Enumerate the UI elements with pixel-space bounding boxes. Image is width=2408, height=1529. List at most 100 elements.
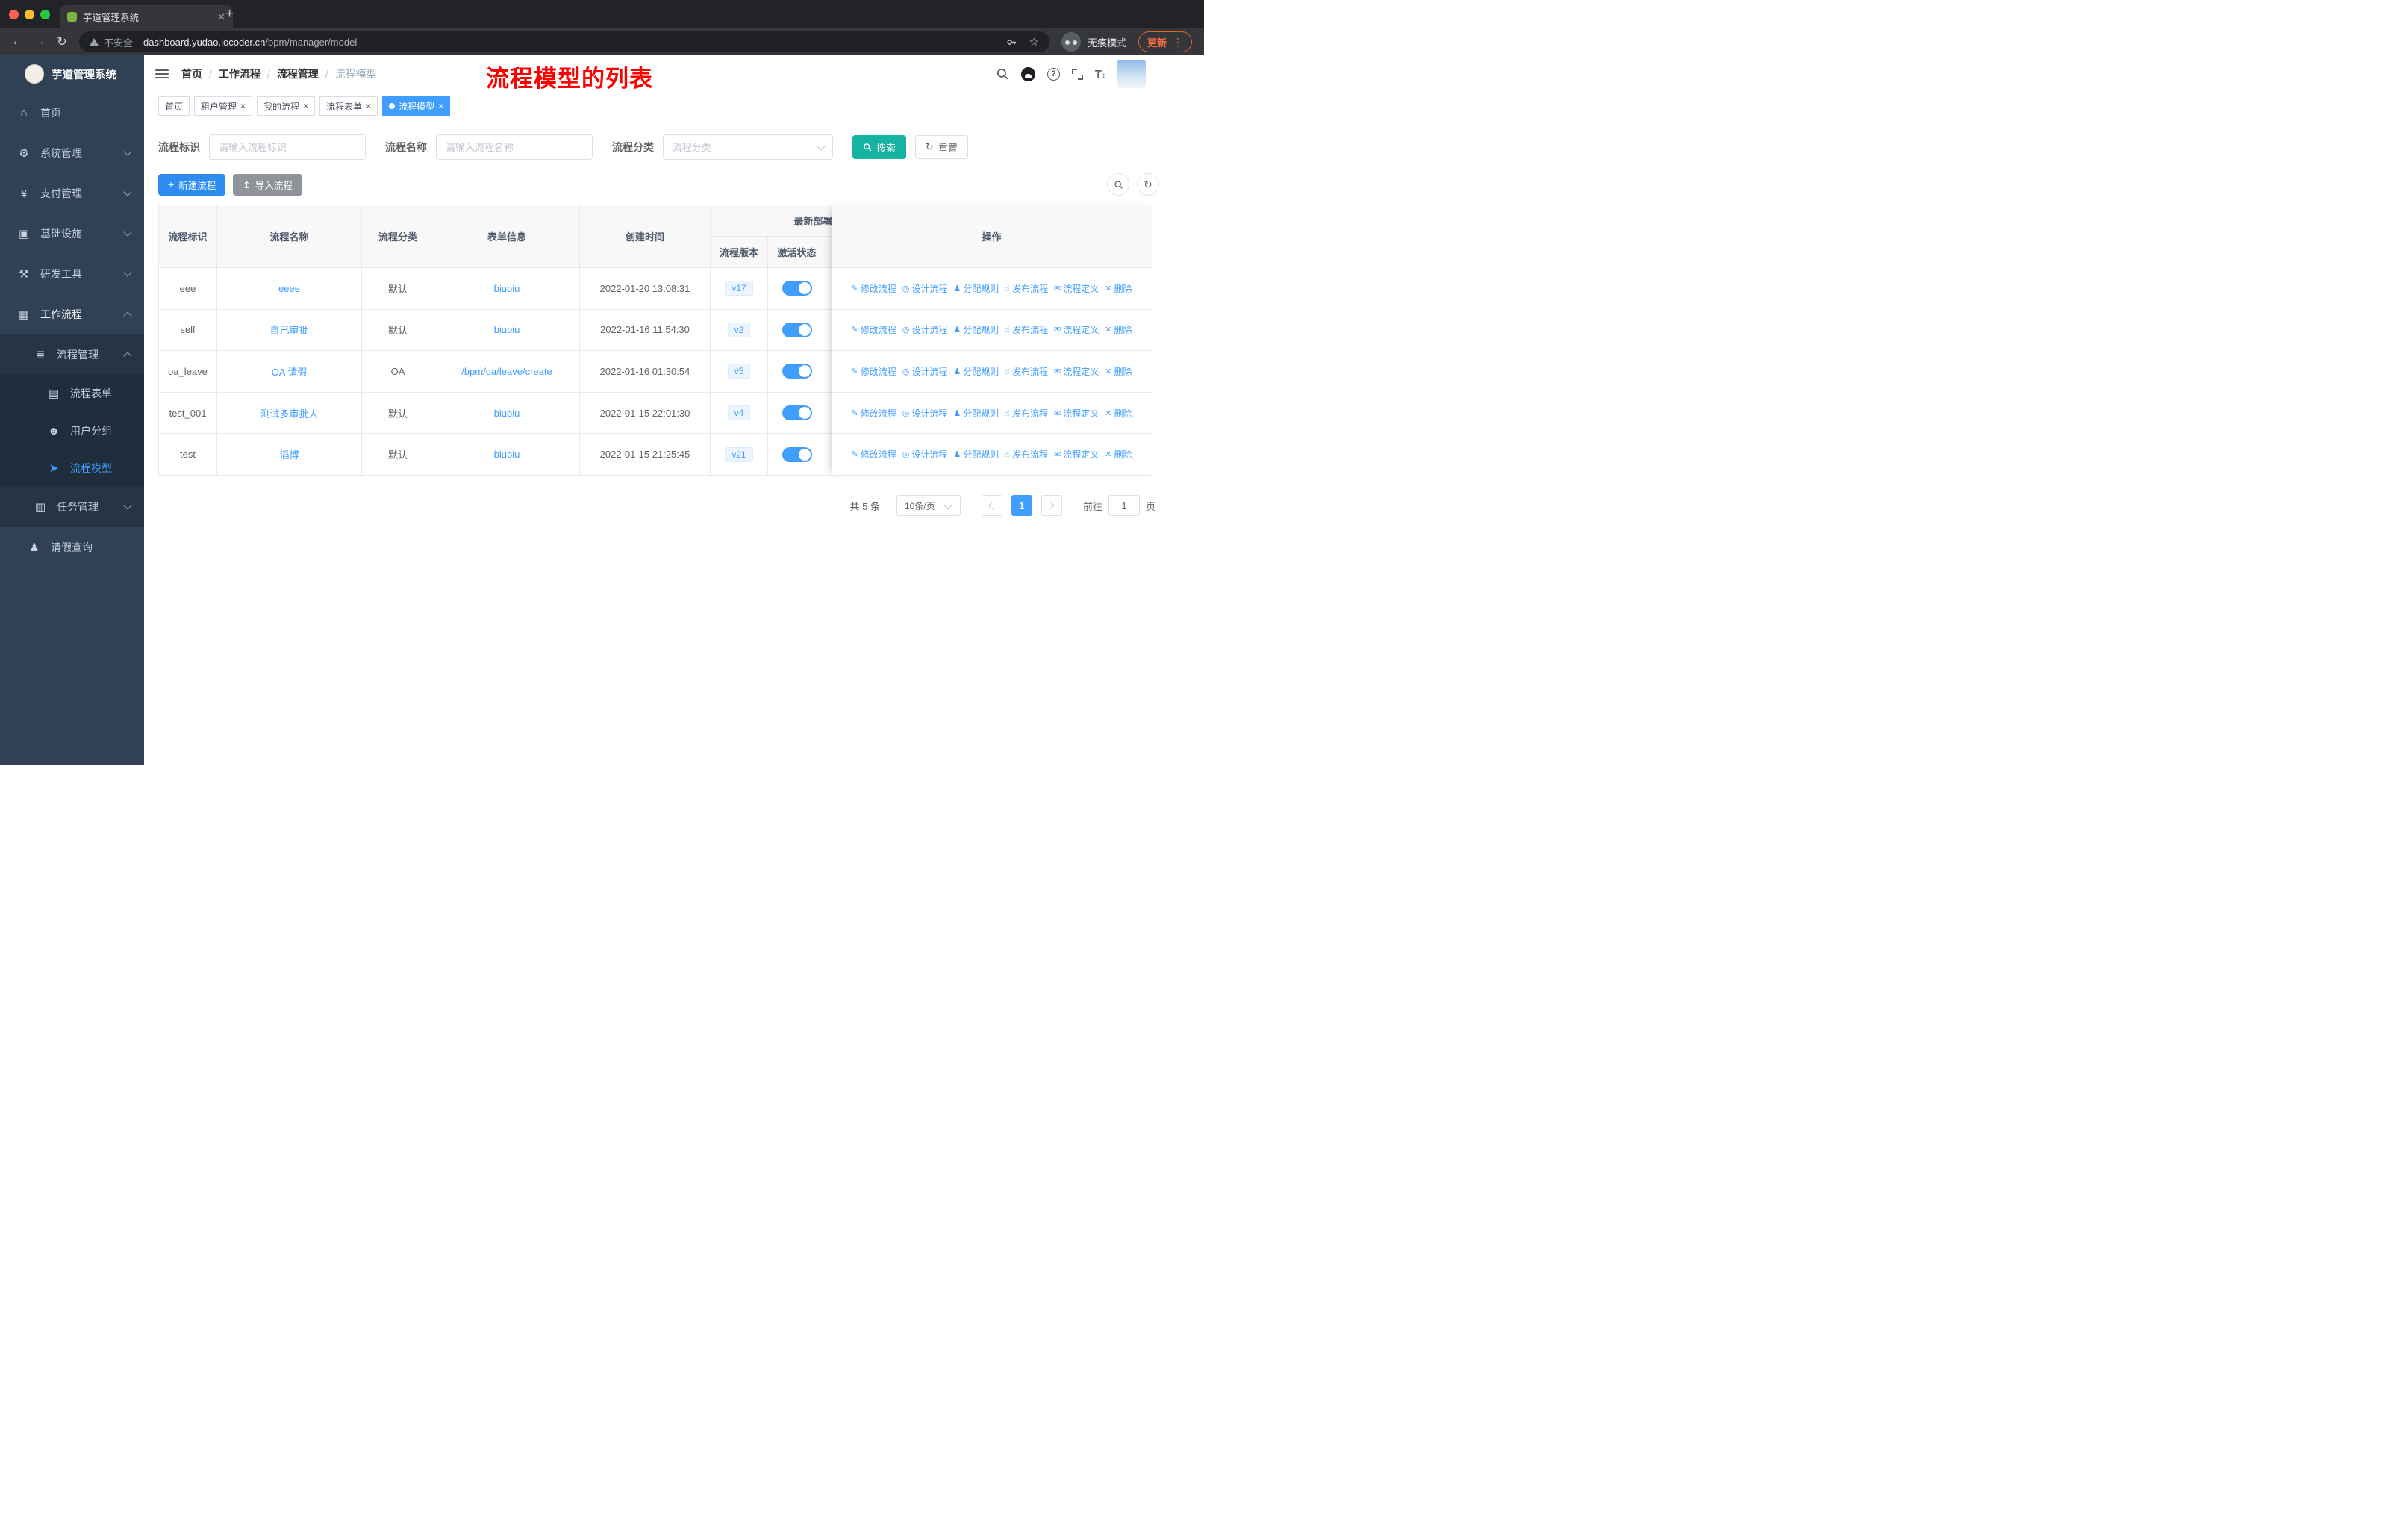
- security-label[interactable]: 不安全: [104, 35, 133, 49]
- sidebar-item-devtools[interactable]: ⚒ 研发工具: [0, 254, 144, 294]
- action-delete-link[interactable]: ✕ 删除: [1105, 365, 1132, 378]
- process-name-input[interactable]: [436, 134, 593, 160]
- minimize-window-button[interactable]: [25, 10, 34, 19]
- active-toggle[interactable]: [768, 309, 826, 352]
- active-toggle[interactable]: [768, 268, 826, 310]
- address-bar[interactable]: 不安全 dashboard.yudao.iocoder.cn/bpm/manag…: [79, 31, 1049, 52]
- form-info-link[interactable]: biubiu: [434, 268, 580, 310]
- tag-tenant[interactable]: 租户管理 ×: [194, 96, 253, 116]
- action-definition-link[interactable]: ✉ 流程定义: [1054, 282, 1099, 295]
- fullscreen-icon[interactable]: [1071, 68, 1083, 80]
- goto-page-input[interactable]: [1108, 495, 1140, 516]
- form-info-link[interactable]: /bpm/oa/leave/create: [434, 351, 580, 393]
- action-publish-link[interactable]: ☝ 发布流程: [1005, 282, 1048, 295]
- current-page-button[interactable]: 1: [1011, 495, 1032, 516]
- browser-menu-icon[interactable]: ⋮: [1173, 36, 1183, 49]
- sidebar-item-process-mgmt[interactable]: ≣ 流程管理: [0, 334, 144, 375]
- import-process-button[interactable]: ↥ 导入流程: [233, 173, 302, 196]
- key-icon[interactable]: [1006, 37, 1017, 48]
- active-toggle[interactable]: [768, 434, 826, 476]
- sidebar-item-system[interactable]: ⚙ 系统管理: [0, 133, 144, 173]
- breadcrumb-item[interactable]: 首页: [181, 66, 202, 81]
- page-size-select[interactable]: 10条/页: [896, 495, 961, 516]
- app-logo[interactable]: 芋道管理系统: [0, 55, 144, 93]
- close-icon[interactable]: ×: [303, 101, 308, 111]
- action-assign-link[interactable]: ♟ 分配规则: [953, 323, 999, 336]
- tag-home[interactable]: 首页: [158, 96, 190, 116]
- action-publish-link[interactable]: ☝ 发布流程: [1005, 323, 1048, 336]
- action-design-link[interactable]: ◎ 设计流程: [902, 407, 948, 420]
- sidebar-item-leave-query[interactable]: ♟ 请假查询: [0, 527, 144, 567]
- action-edit-link[interactable]: ✎ 修改流程: [852, 365, 896, 378]
- sidebar-item-user-group[interactable]: ☻ 用户分组: [0, 412, 144, 449]
- action-delete-link[interactable]: ✕ 删除: [1105, 448, 1132, 461]
- refresh-table-button[interactable]: ↻: [1137, 173, 1159, 196]
- process-name-link[interactable]: 自己审批: [217, 309, 362, 352]
- sidebar-item-task-mgmt[interactable]: ▥ 任务管理: [0, 487, 144, 527]
- close-window-button[interactable]: [9, 10, 19, 19]
- category-select-input[interactable]: [663, 134, 833, 160]
- sidebar-item-home[interactable]: ⌂ 首页: [0, 93, 144, 133]
- action-definition-link[interactable]: ✉ 流程定义: [1054, 365, 1099, 378]
- form-info-link[interactable]: biubiu: [434, 434, 580, 476]
- show-search-button[interactable]: [1107, 173, 1129, 196]
- action-design-link[interactable]: ◎ 设计流程: [902, 282, 948, 295]
- action-delete-link[interactable]: ✕ 删除: [1105, 282, 1132, 295]
- tag-my-process[interactable]: 我的流程 ×: [257, 96, 316, 116]
- sidebar-item-payment[interactable]: ¥ 支付管理: [0, 173, 144, 214]
- prev-page-button[interactable]: [981, 495, 1002, 516]
- active-toggle[interactable]: [768, 351, 826, 393]
- action-design-link[interactable]: ◎ 设计流程: [902, 365, 948, 378]
- close-icon[interactable]: ×: [366, 101, 371, 111]
- breadcrumb-item[interactable]: 流程管理: [277, 66, 319, 81]
- active-toggle[interactable]: [768, 392, 826, 435]
- search-icon[interactable]: [996, 67, 1009, 81]
- reload-button[interactable]: ↻: [51, 34, 73, 49]
- process-key-input[interactable]: [209, 134, 366, 160]
- form-info-link[interactable]: biubiu: [434, 392, 580, 435]
- sidebar-item-infra[interactable]: ▣ 基础设施: [0, 214, 144, 254]
- process-name-link[interactable]: 滔博: [217, 434, 362, 476]
- tab-close-icon[interactable]: ✕: [217, 11, 225, 23]
- close-icon[interactable]: ×: [438, 101, 443, 111]
- font-size-icon[interactable]: T↕: [1095, 68, 1105, 81]
- process-name-link[interactable]: 测试多审批人: [217, 392, 362, 435]
- close-icon[interactable]: ×: [240, 101, 246, 111]
- back-button[interactable]: ←: [6, 35, 28, 49]
- process-name-link[interactable]: eeee: [217, 268, 362, 310]
- action-definition-link[interactable]: ✉ 流程定义: [1054, 448, 1099, 461]
- reset-button[interactable]: ↻ 重置: [915, 135, 968, 159]
- action-assign-link[interactable]: ♟ 分配规则: [953, 365, 999, 378]
- tag-process-form[interactable]: 流程表单 ×: [319, 96, 378, 116]
- github-icon[interactable]: [1020, 66, 1035, 81]
- sidebar-item-workflow[interactable]: ▦ 工作流程: [0, 294, 144, 334]
- action-delete-link[interactable]: ✕ 删除: [1105, 407, 1132, 420]
- collapse-sidebar-icon[interactable]: [155, 69, 169, 78]
- action-edit-link[interactable]: ✎ 修改流程: [852, 448, 896, 461]
- action-design-link[interactable]: ◎ 设计流程: [902, 448, 948, 461]
- breadcrumb-item[interactable]: 工作流程: [219, 66, 261, 81]
- action-delete-link[interactable]: ✕ 删除: [1105, 323, 1132, 336]
- update-button[interactable]: 更新 ⋮: [1138, 31, 1193, 52]
- action-definition-link[interactable]: ✉ 流程定义: [1054, 407, 1099, 420]
- new-tab-button[interactable]: +: [225, 6, 234, 22]
- action-design-link[interactable]: ◎ 设计流程: [902, 323, 948, 336]
- create-process-button[interactable]: + 新建流程: [158, 173, 226, 196]
- action-assign-link[interactable]: ♟ 分配规则: [953, 282, 999, 295]
- action-edit-link[interactable]: ✎ 修改流程: [852, 407, 896, 420]
- help-icon[interactable]: ?: [1047, 67, 1060, 81]
- action-edit-link[interactable]: ✎ 修改流程: [852, 323, 896, 336]
- sidebar-item-process-model[interactable]: ➤ 流程模型: [0, 449, 144, 487]
- action-definition-link[interactable]: ✉ 流程定义: [1054, 323, 1099, 336]
- action-publish-link[interactable]: ☝ 发布流程: [1005, 448, 1048, 461]
- action-edit-link[interactable]: ✎ 修改流程: [852, 282, 896, 295]
- zoom-window-button[interactable]: [40, 10, 50, 19]
- browser-tab[interactable]: 芋道管理系统 ✕: [60, 5, 233, 28]
- form-info-link[interactable]: biubiu: [434, 309, 580, 352]
- category-select[interactable]: [663, 134, 833, 160]
- sidebar-item-process-form[interactable]: ▤ 流程表单: [0, 375, 144, 412]
- user-avatar[interactable]: [1117, 60, 1146, 88]
- action-publish-link[interactable]: ☝ 发布流程: [1005, 407, 1048, 420]
- tag-process-model[interactable]: 流程模型 ×: [382, 96, 451, 116]
- bookmark-star-icon[interactable]: ☆: [1029, 35, 1039, 49]
